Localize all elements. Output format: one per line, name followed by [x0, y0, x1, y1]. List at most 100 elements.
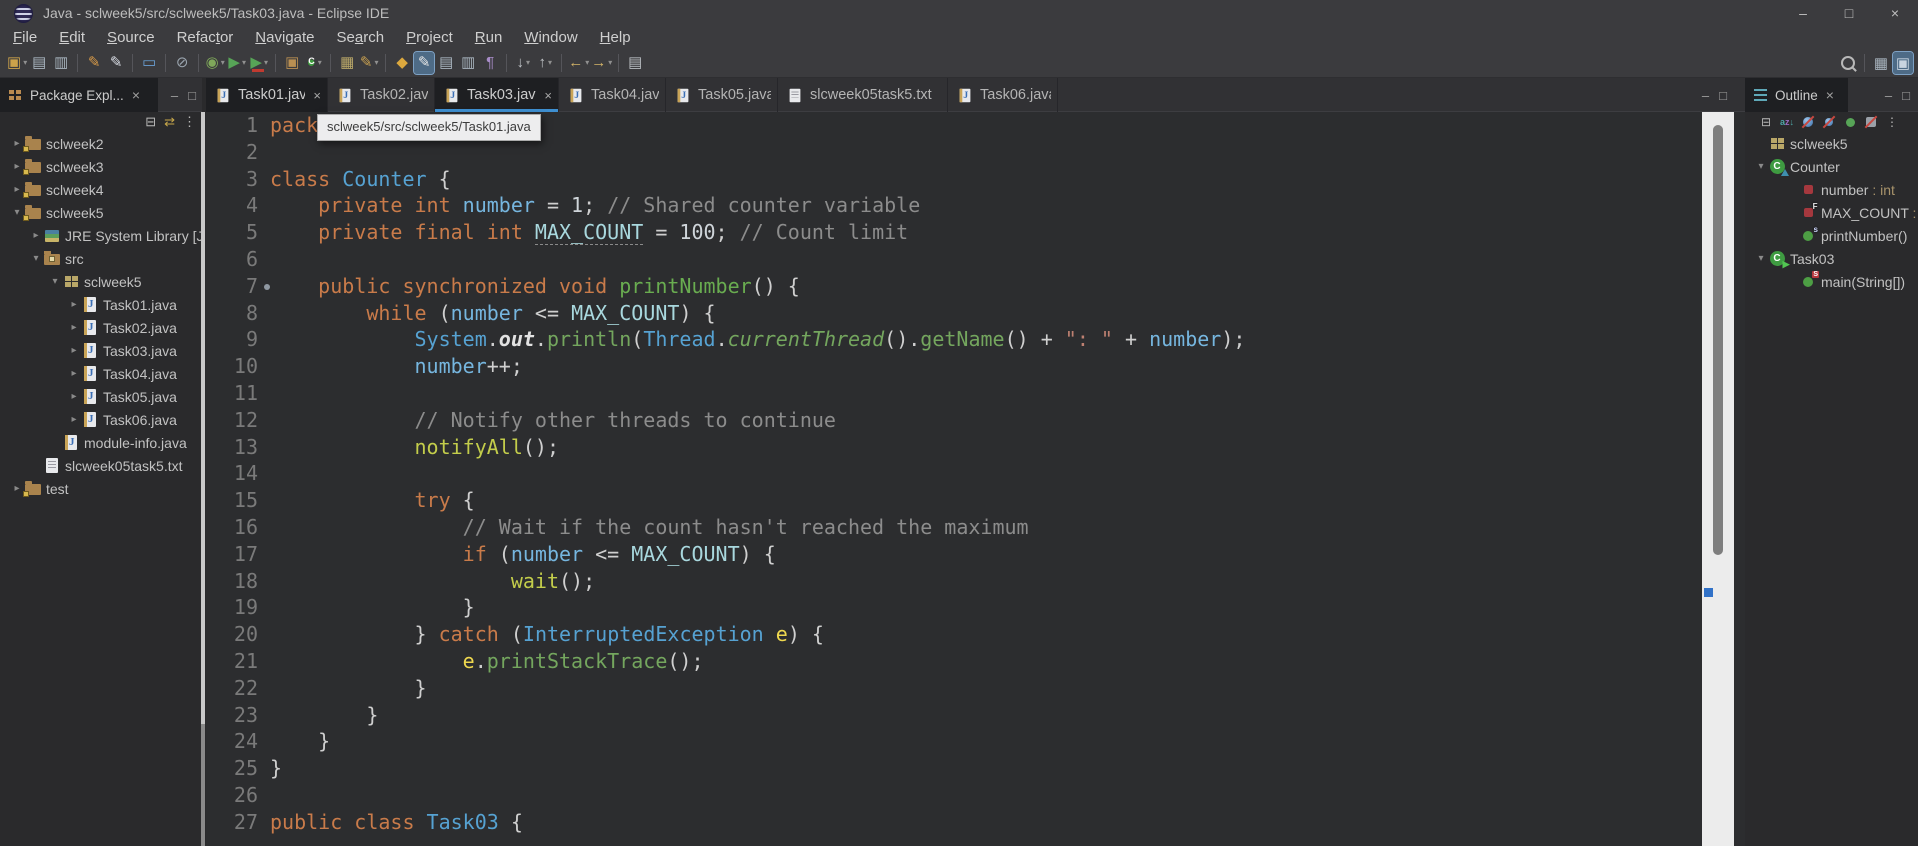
expand-icon[interactable]: ▸ [67, 391, 81, 402]
collapse-icon[interactable]: ▾ [29, 253, 43, 264]
menu-item-source[interactable]: Source [96, 29, 166, 46]
filters-icon[interactable] [1843, 115, 1857, 129]
menu-item-project[interactable]: Project [395, 29, 464, 46]
expand-icon[interactable]: ▸ [10, 483, 24, 494]
line-number[interactable]: 26 [206, 782, 258, 809]
new-class-icon[interactable]: ● C ▾ [304, 52, 324, 74]
javadoc-icon[interactable]: ✎ ▾ [359, 52, 379, 74]
sort-icon[interactable]: a z ↓ [1780, 115, 1794, 129]
pe-item-task01-java[interactable]: ▸ Task01.java [0, 293, 202, 316]
link-with-editor-icon[interactable]: ⇄ [164, 114, 175, 130]
new-package-icon[interactable]: ▦ [337, 52, 357, 74]
scrollbar-thumb[interactable] [1713, 125, 1723, 555]
hide-local-types-icon[interactable] [1864, 115, 1878, 129]
line-number[interactable]: 18 [206, 568, 258, 595]
pe-item-sclweek5[interactable]: ▾ sclweek5 [0, 270, 202, 293]
maximize-view-icon[interactable]: □ [188, 88, 196, 103]
show-template-icon[interactable]: ▥ [458, 52, 478, 74]
view-menu-icon[interactable]: ⋮ [1885, 115, 1899, 129]
debug-icon[interactable]: ◉ ▾ [205, 52, 225, 74]
outline-tab[interactable]: Outline × [1745, 78, 1848, 112]
editor-scrollbar[interactable] [1702, 112, 1734, 846]
menu-item-refactor[interactable]: Refactor [166, 29, 245, 46]
run-icon[interactable]: ▶ ▾ [227, 52, 247, 74]
outline-item-task03[interactable]: ▾ C ▶ Task03 [1745, 247, 1918, 270]
collapse-icon[interactable]: ▾ [10, 207, 24, 218]
package-explorer-scrollbar[interactable] [201, 112, 205, 846]
line-number[interactable]: 10 [206, 353, 258, 380]
collapse-all-icon[interactable]: ⊟ [145, 114, 156, 130]
outline-item-counter[interactable]: ▾ C Counter [1745, 155, 1918, 178]
minimize-editor-icon[interactable]: – [1702, 88, 1709, 103]
menu-item-help[interactable]: Help [589, 29, 642, 46]
expand-icon[interactable]: ▸ [10, 138, 24, 149]
collapse-all-icon[interactable]: ⊟ [1759, 115, 1773, 129]
line-number[interactable]: 11 [206, 380, 258, 407]
line-number[interactable]: 16 [206, 514, 258, 541]
collapse-icon[interactable]: ▾ [1754, 253, 1768, 264]
next-annotation-icon[interactable]: ↓ ▾ [513, 52, 533, 74]
expand-icon[interactable]: ▸ [67, 345, 81, 356]
line-number[interactable]: 21 [206, 648, 258, 675]
menu-item-edit[interactable]: Edit [48, 29, 96, 46]
open-remote-task-icon[interactable]: ✎ [106, 52, 126, 74]
pe-item-test[interactable]: ▸ test [0, 477, 202, 500]
pe-item-sclweek5[interactable]: ▾ sclweek5 [0, 201, 202, 224]
last-edit-location-icon[interactable]: ▤ [625, 52, 645, 74]
package-explorer-tab[interactable]: Package Expl... × [0, 78, 158, 112]
torch-icon[interactable]: ◆ [392, 52, 412, 74]
coverage-icon[interactable]: ▶ ▾ [249, 52, 269, 74]
pe-item-task05-java[interactable]: ▸ Task05.java [0, 385, 202, 408]
save-all-icon[interactable]: ▥ [51, 52, 71, 74]
mark-occurrences-icon[interactable]: ✎ [413, 50, 436, 75]
close-icon[interactable]: × [132, 87, 140, 103]
open-task-icon[interactable]: ✎ [84, 52, 104, 74]
line-number[interactable]: 17 [206, 541, 258, 568]
maximize-editor-icon[interactable]: □ [1719, 88, 1727, 103]
expand-icon[interactable]: ▸ [10, 184, 24, 195]
pe-item-task02-java[interactable]: ▸ Task02.java [0, 316, 202, 339]
console-icon[interactable]: ▭ [139, 52, 159, 74]
line-number[interactable]: 13 [206, 434, 258, 461]
overview-annotation-marker[interactable] [1704, 588, 1713, 597]
menu-item-window[interactable]: Window [513, 29, 588, 46]
line-number[interactable]: 1 [206, 112, 258, 139]
maximize-window-button[interactable]: □ [1826, 0, 1872, 26]
line-number[interactable]: 9 [206, 326, 258, 353]
pe-item-slcweek05task5-txt[interactable]: slcweek05task5.txt [0, 454, 202, 477]
minimize-view-icon[interactable]: – [1885, 88, 1892, 103]
minimize-window-button[interactable]: – [1780, 0, 1826, 26]
view-menu-icon[interactable]: ⋮ [183, 114, 196, 130]
code-editor[interactable]: 1package sclweek5;23class Counter {4 pri… [206, 112, 1702, 836]
line-number[interactable]: 27 [206, 809, 258, 836]
line-number[interactable]: 15 [206, 487, 258, 514]
new-wizard-icon[interactable]: ▣ ▾ [7, 52, 27, 74]
line-number[interactable]: 19 [206, 594, 258, 621]
close-tab-icon[interactable]: × [313, 88, 321, 103]
back-history-icon[interactable]: ← ▾ [568, 52, 589, 74]
line-number[interactable]: 14 [206, 460, 258, 487]
previous-annotation-icon[interactable]: ↑ ▾ [535, 52, 555, 74]
menu-item-file[interactable]: File [2, 29, 48, 46]
new-java-project-icon[interactable]: ▣ [282, 52, 302, 74]
pe-item-sclweek2[interactable]: ▸ sclweek2 [0, 132, 202, 155]
pe-item-module-info-java[interactable]: module-info.java [0, 431, 202, 454]
tab-task04-java[interactable]: Task04.java [559, 78, 666, 112]
maximize-view-icon[interactable]: □ [1902, 88, 1910, 103]
close-window-button[interactable]: × [1872, 0, 1918, 26]
line-number[interactable]: 7 [206, 273, 258, 300]
line-number[interactable]: 24 [206, 728, 258, 755]
pe-item-task04-java[interactable]: ▸ Task04.java [0, 362, 202, 385]
forward-history-icon[interactable]: → ▾ [591, 52, 612, 74]
expand-icon[interactable]: ▸ [67, 414, 81, 425]
line-number[interactable]: 4 [206, 192, 258, 219]
pe-item-task03-java[interactable]: ▸ Task03.java [0, 339, 202, 362]
outline-item-main-string-[interactable]: Smain(String[]) [1745, 270, 1918, 293]
save-icon[interactable]: ▤ [29, 52, 49, 74]
expand-icon[interactable]: ▸ [67, 322, 81, 333]
line-number[interactable]: 20 [206, 621, 258, 648]
tab-task05-java[interactable]: Task05.java [666, 78, 778, 112]
close-tab-icon[interactable]: × [544, 88, 552, 103]
skip-breakpoints-icon[interactable]: ⊘ [172, 52, 192, 74]
scrollbar-thumb[interactable] [201, 724, 205, 846]
